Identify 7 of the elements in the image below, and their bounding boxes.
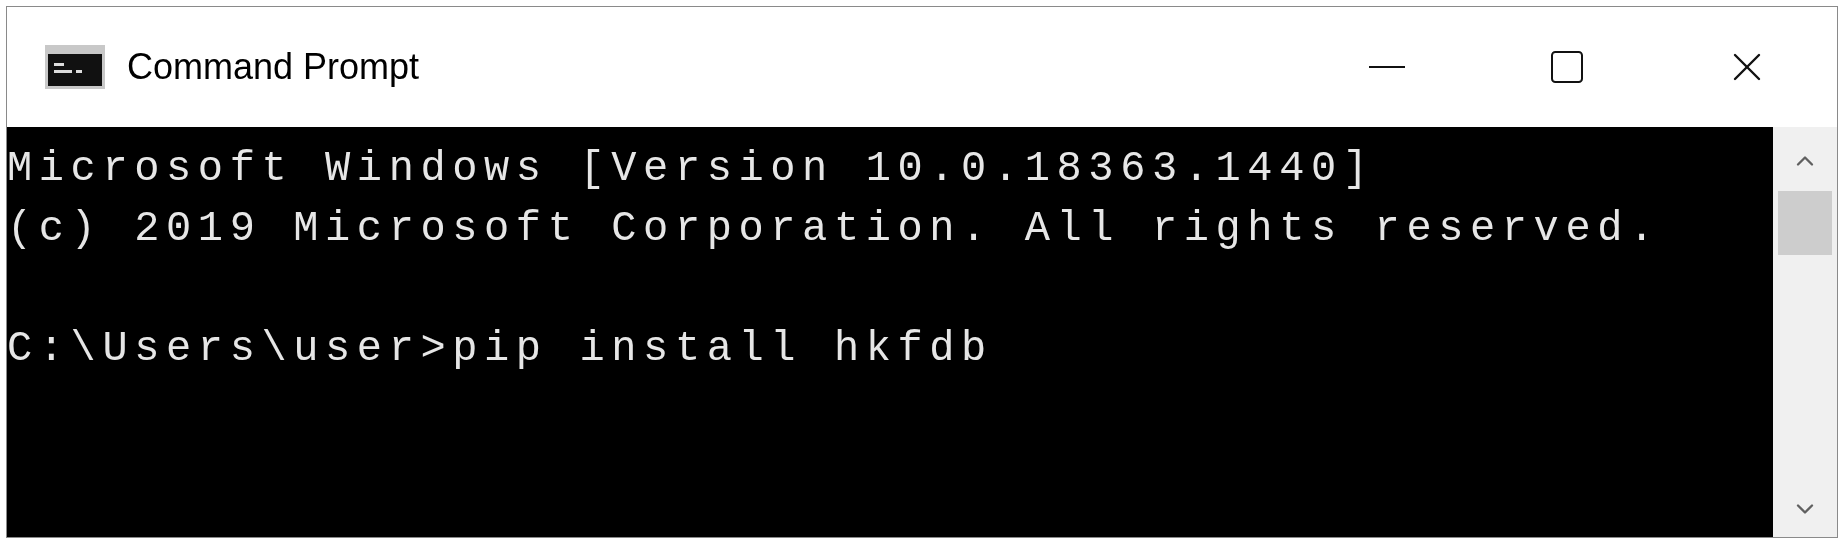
terminal-app-icon — [45, 45, 105, 89]
console-output-line: Microsoft Windows [Version 10.0.18363.1440] — [7, 144, 1376, 195]
command-line: C:\Users\user>pip install hkfdb — [7, 324, 994, 375]
scrollbar-thumb[interactable] — [1778, 191, 1832, 255]
minimize-icon — [1369, 66, 1405, 68]
window-title: Command Prompt — [127, 45, 420, 89]
console-output-line: (c) 2019 Microsoft Corporation. All rights reserved. — [7, 204, 1662, 255]
